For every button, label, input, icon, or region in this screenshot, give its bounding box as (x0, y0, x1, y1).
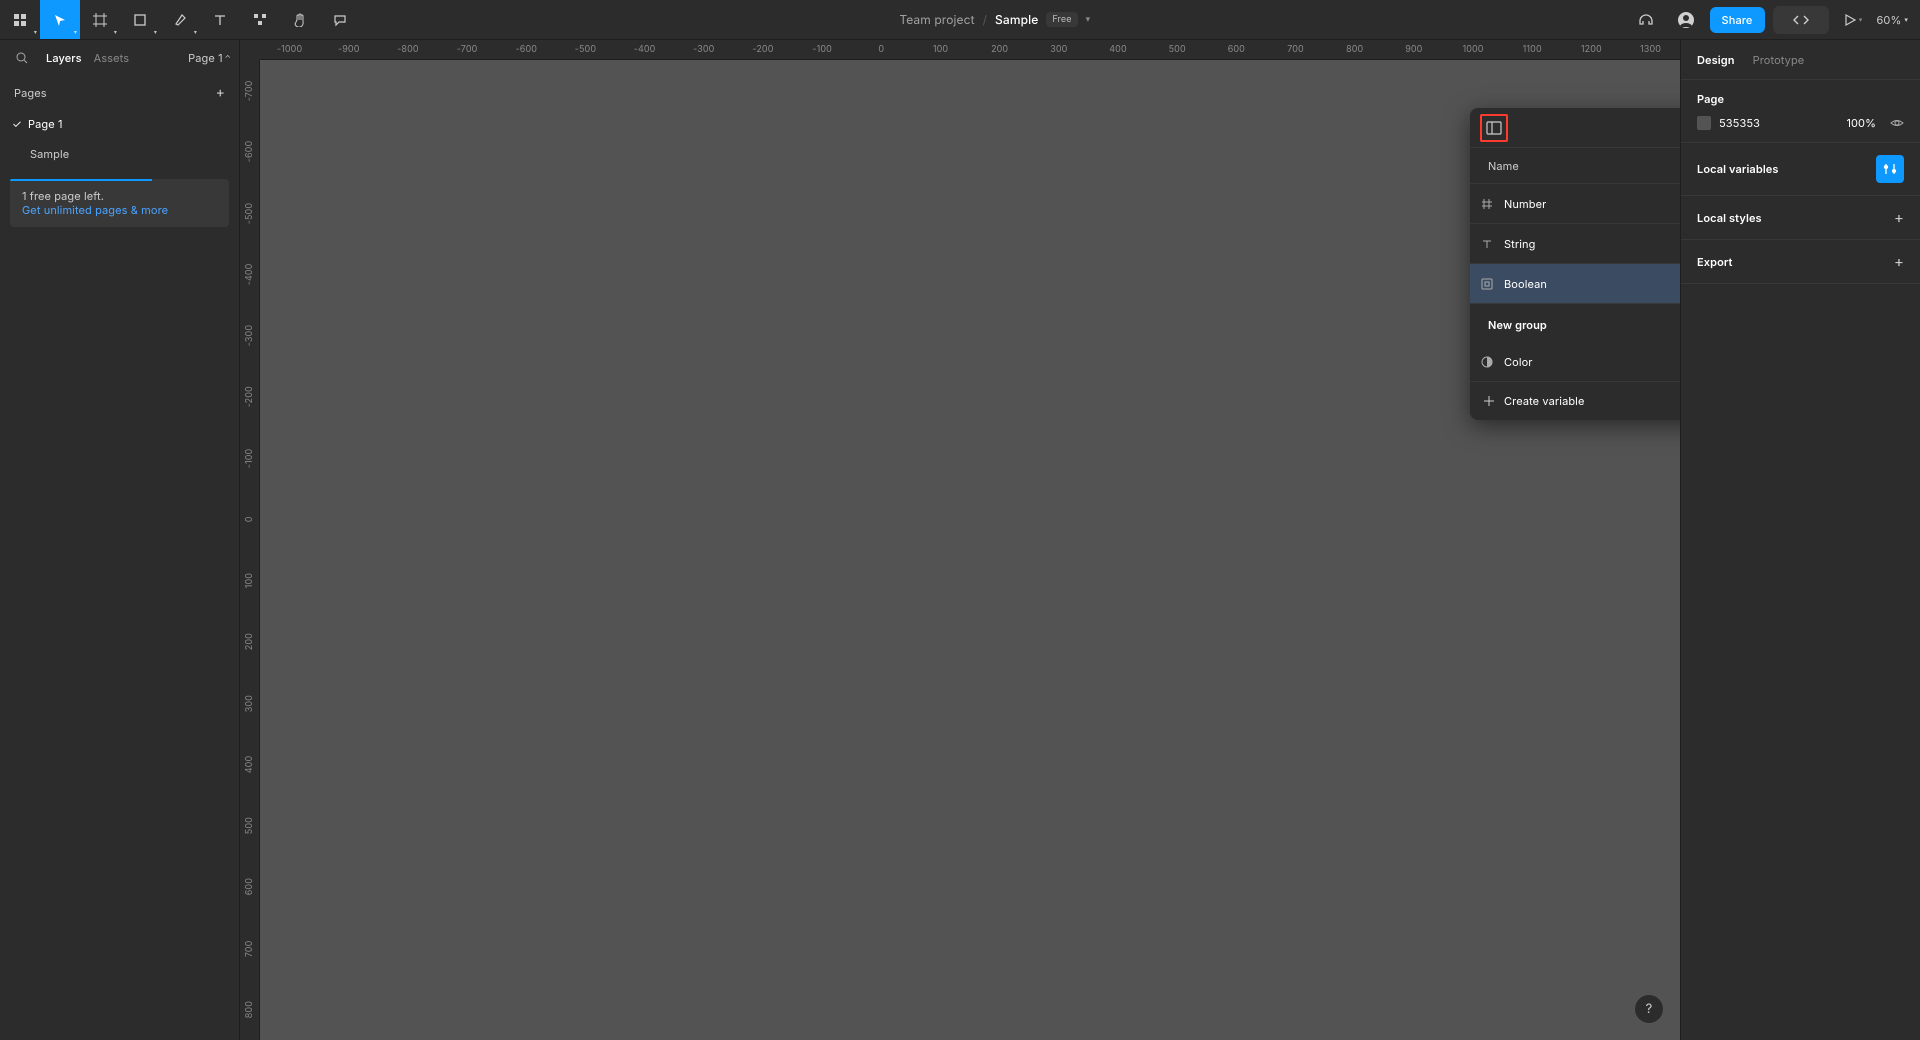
section-title-page: Page (1697, 92, 1904, 106)
search-button[interactable] (8, 52, 36, 64)
column-header-name: Name (1470, 159, 1670, 173)
page-color-opacity[interactable]: 100% (1846, 116, 1876, 130)
present-button[interactable]: ▾ (1837, 4, 1869, 36)
pages-label: Pages (14, 86, 47, 100)
chevron-down-icon: ▾ (34, 29, 37, 36)
section-title-local-variables: Local variables (1697, 162, 1779, 176)
variable-value[interactable]: 67 (1670, 197, 1680, 211)
ruler-corner (240, 40, 260, 60)
text-tool[interactable] (200, 0, 240, 39)
ruler-vertical: -700-600-500-400-300-200-100010020030040… (240, 60, 260, 1040)
resources-tool[interactable] (240, 0, 280, 39)
page-color-swatch[interactable] (1697, 116, 1711, 130)
voice-chat-button[interactable] (1630, 4, 1662, 36)
chevron-down-icon: ▾ (1859, 15, 1863, 24)
tab-design[interactable]: Design (1697, 53, 1735, 67)
variable-row[interactable]: Boolean True (1470, 264, 1680, 304)
avatar[interactable] (1670, 4, 1702, 36)
tab-prototype[interactable]: Prototype (1753, 53, 1805, 67)
variable-value[interactable]: Hello World (1670, 237, 1680, 251)
dev-mode-toggle[interactable] (1773, 6, 1829, 34)
variable-name[interactable]: String (1504, 237, 1670, 251)
section-title-local-styles: Local styles (1697, 211, 1762, 225)
create-variable-button[interactable]: Create variable (1470, 382, 1680, 420)
upsell-card: 1 free page left. Get unlimited pages & … (10, 179, 229, 227)
open-variables-button[interactable] (1876, 155, 1904, 183)
page-color-hex[interactable]: 535353 (1719, 116, 1838, 130)
variable-group-label[interactable]: New group (1470, 304, 1680, 342)
chevron-down-icon: ▾ (74, 29, 77, 36)
check-icon: ✓ (12, 117, 22, 131)
tab-assets[interactable]: Assets (92, 47, 132, 69)
variable-name[interactable]: Number (1504, 197, 1670, 211)
upsell-link[interactable]: Get unlimited pages & more (22, 203, 168, 217)
column-header-value: Value (1670, 159, 1680, 173)
variable-row[interactable]: Number 67 (1470, 184, 1680, 224)
file-name[interactable]: Sample (995, 12, 1038, 27)
chevron-down-icon: ▾ (154, 29, 157, 36)
page-selector[interactable]: Page 1 ⌃ (188, 51, 231, 65)
layer-item[interactable]: Sample (0, 139, 239, 169)
chevron-down-icon: ▾ (1904, 15, 1908, 24)
tab-layers[interactable]: Layers (44, 47, 84, 69)
breadcrumb-separator: / (983, 12, 987, 27)
zoom-control[interactable]: 60% ▾ (1877, 13, 1909, 27)
number-icon (1470, 198, 1504, 210)
plan-badge: Free (1046, 12, 1077, 27)
chevron-down-icon: ⌃ (225, 53, 231, 63)
add-style-button[interactable]: + (1894, 208, 1904, 227)
string-icon (1470, 238, 1504, 250)
variable-name[interactable]: Boolean (1504, 277, 1670, 291)
variable-row[interactable]: String Hello World (1470, 224, 1680, 264)
chevron-down-icon: ▾ (194, 29, 197, 36)
chevron-down-icon[interactable]: ▾ (1086, 14, 1091, 25)
comment-tool[interactable] (320, 0, 360, 39)
main-menu-button[interactable]: ▾ (0, 0, 40, 39)
frame-tool[interactable]: ▾ (80, 0, 120, 39)
shape-tool[interactable]: ▾ (120, 0, 160, 39)
boolean-icon (1470, 278, 1504, 290)
pen-tool[interactable]: ▾ (160, 0, 200, 39)
help-button[interactable]: ? (1634, 994, 1664, 1024)
ruler-horizontal: -1000-900-800-700-600-500-400-300-200-10… (260, 40, 1680, 60)
collections-sidebar-toggle[interactable] (1480, 114, 1508, 142)
section-title-export: Export (1697, 255, 1733, 269)
color-icon (1470, 356, 1504, 368)
variable-value[interactable]: 7700EE (1670, 355, 1680, 369)
add-page-button[interactable]: + (216, 84, 225, 101)
page-item[interactable]: ✓ Page 1 (0, 109, 239, 139)
visibility-toggle[interactable] (1890, 116, 1904, 130)
share-button[interactable]: Share (1710, 7, 1765, 33)
variables-panel: Beta Name Value Number 67 (1470, 108, 1680, 420)
move-tool[interactable]: ▾ (40, 0, 80, 39)
variable-name[interactable]: Color (1504, 355, 1670, 369)
variable-row[interactable]: Color 7700EE (1470, 342, 1680, 382)
hand-tool[interactable] (280, 0, 320, 39)
project-name[interactable]: Team project (899, 12, 974, 27)
canvas[interactable] (260, 60, 1680, 1040)
variable-value[interactable]: True (1670, 277, 1680, 291)
add-export-button[interactable]: + (1894, 252, 1904, 271)
chevron-down-icon: ▾ (114, 29, 117, 36)
